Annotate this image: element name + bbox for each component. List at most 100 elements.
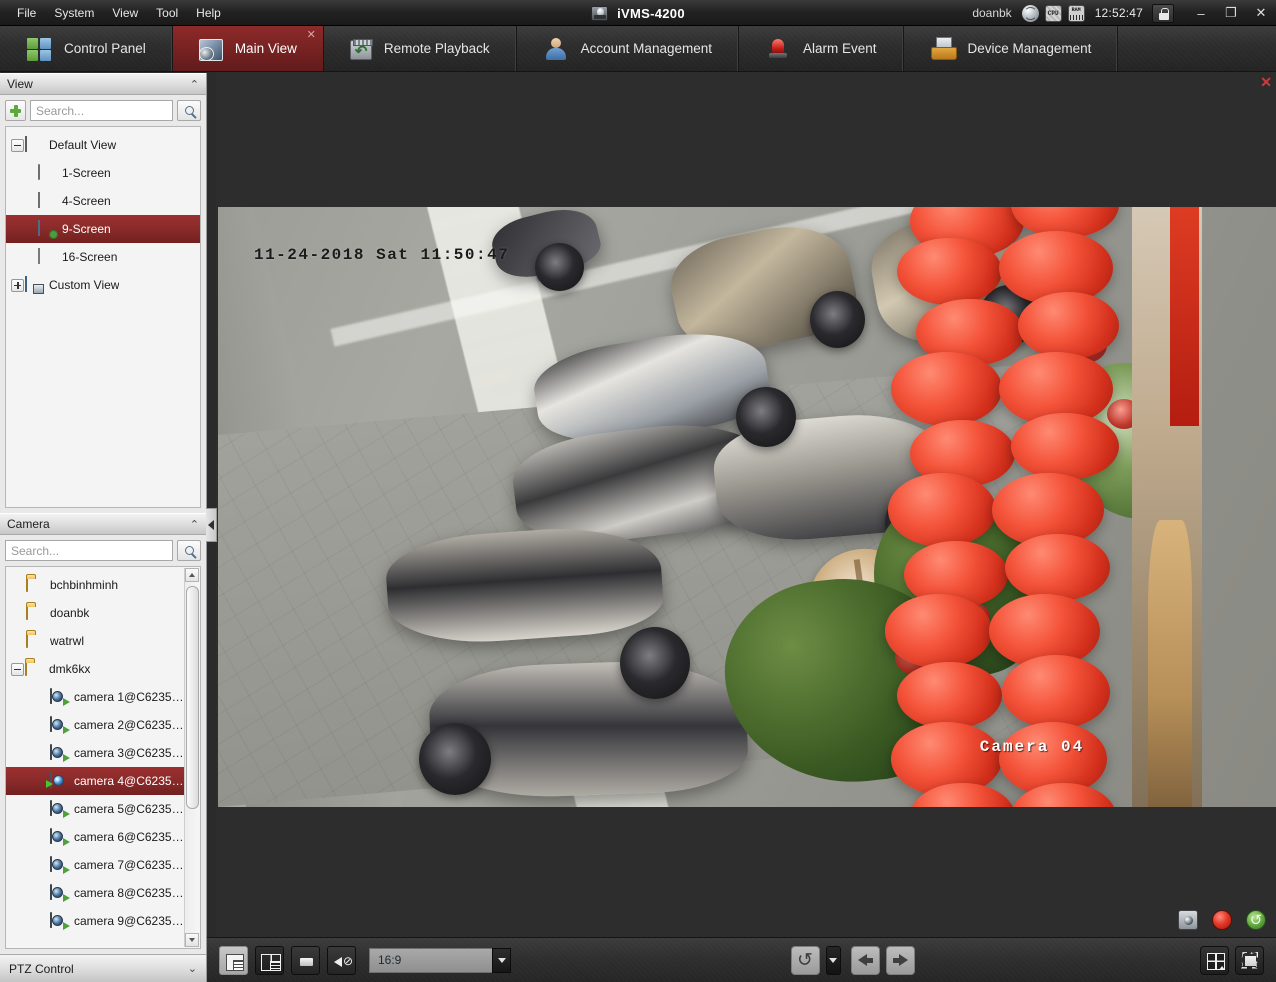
search-icon <box>184 546 194 555</box>
camera-icon <box>50 912 68 929</box>
add-view-button[interactable] <box>5 100 26 121</box>
aspect-ratio-value[interactable]: 16:9 <box>369 947 492 973</box>
tab-control-panel[interactable]: Control Panel <box>0 26 173 71</box>
camera-tree: bchbinhminh doanbk watrwl dmk6kx camera … <box>6 567 200 939</box>
camera-icon <box>50 884 68 901</box>
tab-control-panel-label: Control Panel <box>64 41 146 56</box>
ptz-control-panel-header[interactable]: PTZ Control ⌄ <box>0 954 206 982</box>
tab-alarm-event-label: Alarm Event <box>803 41 877 56</box>
minimize-button[interactable]: – <box>1186 0 1216 26</box>
chevron-down-icon[interactable]: ⌄ <box>188 962 197 975</box>
ram-icon[interactable]: RAM <box>1067 4 1085 22</box>
tree-row-1-screen[interactable]: 1-Screen <box>6 159 200 187</box>
tree-row-camera-9[interactable]: camera 9@C623511... <box>6 907 184 935</box>
view-tree-container[interactable]: Default View 1-Screen 4-Screen 9-Screen <box>5 126 201 508</box>
loop-playback-icon[interactable] <box>1246 910 1266 930</box>
mute-audio-icon[interactable] <box>327 945 356 975</box>
tree-row-camera-8[interactable]: camera 8@C623511... <box>6 879 184 907</box>
video-close-icon[interactable]: ✕ <box>1260 75 1272 89</box>
aspect-ratio-select[interactable]: 16:9 <box>369 947 511 973</box>
refresh-dropdown-caret-icon[interactable] <box>825 945 841 975</box>
shop-banner: 99 <box>1170 207 1199 427</box>
globe-icon[interactable] <box>1021 4 1039 22</box>
next-page-icon[interactable] <box>885 945 915 975</box>
ptz-control-title: PTZ Control <box>9 961 74 976</box>
camera-search-button[interactable] <box>177 540 201 561</box>
scroll-up-icon[interactable] <box>185 568 199 582</box>
tree-row-4-screen[interactable]: 4-Screen <box>6 187 200 215</box>
chevron-up-icon[interactable]: ⌃ <box>190 518 199 531</box>
main-view-icon <box>198 38 223 61</box>
tree-row-camera-7[interactable]: camera 7@C623511... <box>6 851 184 879</box>
tree-row-camera-5[interactable]: camera 5@C623511... <box>6 795 184 823</box>
tree-row-9-screen[interactable]: 9-Screen <box>6 215 200 243</box>
tab-device-management[interactable]: Device Management <box>904 26 1119 71</box>
expander-custom-view[interactable] <box>10 278 25 292</box>
tree-row-16-screen[interactable]: 16-Screen <box>6 243 200 271</box>
view-search-button[interactable] <box>177 100 201 121</box>
menu-system[interactable]: System <box>45 3 103 23</box>
window-division-icon[interactable] <box>1200 945 1229 975</box>
folder-icon <box>26 576 44 593</box>
tree-label: camera 4@C623511... <box>74 774 184 788</box>
tab-main-view[interactable]: Main View ✕ <box>172 26 324 71</box>
close-button[interactable]: ✕ <box>1246 0 1276 26</box>
refresh-icon[interactable] <box>790 945 820 975</box>
screen-4-icon <box>38 192 56 209</box>
record-icon[interactable] <box>1212 910 1232 930</box>
expander-dmk6kx[interactable] <box>10 662 25 676</box>
tree-label: camera 8@C623511... <box>74 886 184 900</box>
screen-layout-icon[interactable] <box>219 945 248 975</box>
balloon <box>1005 533 1110 602</box>
tree-label: camera 6@C623511... <box>74 830 184 844</box>
tree-row-dmk6kx[interactable]: dmk6kx <box>6 655 184 683</box>
previous-page-icon[interactable] <box>850 945 880 975</box>
tab-remote-playback[interactable]: Remote Playback <box>324 26 517 71</box>
tab-account-management[interactable]: Account Management <box>517 26 739 71</box>
cpu-icon[interactable]: CPU <box>1044 4 1062 22</box>
fullscreen-icon[interactable] <box>1235 945 1264 975</box>
titlebar-tray: doanbk CPU RAM 12:52:47 – ❐ ✕ <box>972 0 1276 26</box>
tree-row-doanbk[interactable]: doanbk <box>6 599 184 627</box>
tree-row-camera-4[interactable]: camera 4@C623511... <box>6 767 184 795</box>
tree-row-camera-6[interactable]: camera 6@C623511... <box>6 823 184 851</box>
tree-row-bchbinhminh[interactable]: bchbinhminh <box>6 571 184 599</box>
stop-all-icon[interactable] <box>291 945 320 975</box>
video-stream-canvas[interactable]: 99 <box>218 207 1276 807</box>
current-user-label: doanbk <box>972 6 1012 20</box>
live-view-window[interactable]: ✕ 11-24-2018 Sat 11:50:47 Camera 04 ↺ <box>216 72 1276 937</box>
view-panel-header[interactable]: View ⌃ <box>0 73 206 95</box>
tree-row-watrwl[interactable]: watrwl <box>6 627 184 655</box>
menu-view[interactable]: View <box>103 3 147 23</box>
menu-file[interactable]: File <box>8 3 45 23</box>
capture-snapshot-icon[interactable] <box>1178 910 1198 930</box>
tab-alarm-event[interactable]: Alarm Event <box>739 26 904 71</box>
tab-close-icon[interactable]: ✕ <box>307 30 316 41</box>
restore-button[interactable]: ❐ <box>1216 0 1246 26</box>
tree-label: 9-Screen <box>62 222 111 236</box>
tree-row-camera-1[interactable]: camera 1@C623511... <box>6 683 184 711</box>
scrollbar-thumb[interactable] <box>186 586 199 809</box>
tree-row-custom-view[interactable]: Custom View <box>6 271 200 299</box>
tree-row-default-view[interactable]: Default View <box>6 131 200 159</box>
lock-icon[interactable] <box>1152 3 1174 23</box>
scroll-down-icon[interactable] <box>185 933 199 947</box>
camera-tree-container[interactable]: bchbinhminh doanbk watrwl dmk6kx camera … <box>5 566 201 949</box>
camera-tree-scrollbar[interactable] <box>184 568 199 947</box>
tree-row-camera-3[interactable]: camera 3@C623511... <box>6 739 184 767</box>
view-search-input[interactable] <box>30 100 173 121</box>
tree-label: Default View <box>49 138 117 152</box>
remote-playback-icon <box>349 39 373 60</box>
chevron-up-icon[interactable]: ⌃ <box>190 78 199 91</box>
menu-tool[interactable]: Tool <box>147 3 187 23</box>
camera-search-input[interactable] <box>5 540 173 561</box>
chevron-down-icon[interactable] <box>492 947 511 973</box>
camera-icon <box>50 828 68 845</box>
view-tree: Default View 1-Screen 4-Screen 9-Screen <box>6 127 200 303</box>
menu-help[interactable]: Help <box>187 3 230 23</box>
multi-window-icon[interactable] <box>255 945 284 975</box>
collapse-left-icon[interactable] <box>206 508 217 542</box>
tree-row-camera-2[interactable]: camera 2@C623511... <box>6 711 184 739</box>
camera-panel-header[interactable]: Camera ⌃ <box>0 513 206 535</box>
expander-default-view[interactable] <box>10 138 25 152</box>
